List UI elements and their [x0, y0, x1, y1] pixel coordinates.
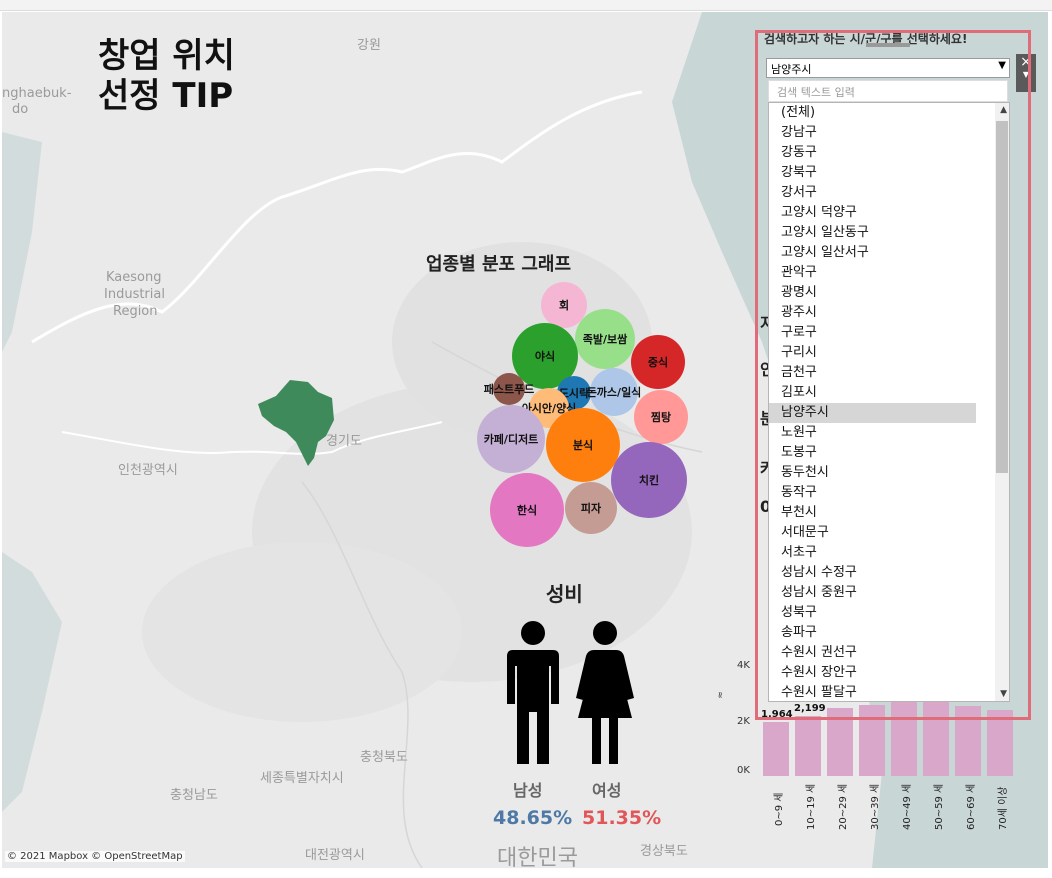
age-category-7: 70세 이상 — [998, 786, 1009, 830]
filter-highlight-box — [755, 30, 1031, 720]
dashboard-title: 창업 위치 선정 TIP — [98, 36, 235, 116]
bubble-chinese[interactable]: 중식 — [631, 335, 685, 389]
male-label: 남성 — [513, 781, 543, 800]
top-toolbar-strip — [0, 0, 1052, 11]
age-bar-0[interactable] — [763, 722, 789, 776]
male-percentage: 48.65% — [493, 807, 573, 829]
bubble-fastfood[interactable]: 패스트푸드 — [484, 373, 534, 405]
map-attribution[interactable]: © 2021 Mapbox © OpenStreetMap — [5, 851, 185, 862]
selected-region-shape[interactable] — [256, 376, 338, 470]
y-tick-0k: 0K — [737, 765, 750, 776]
female-percentage: 51.35% — [582, 807, 662, 829]
bubble-label: 야식 — [534, 350, 556, 363]
bubble-hansik[interactable]: 한식 — [490, 473, 564, 547]
title-line-1: 창업 위치 — [98, 36, 235, 76]
bubble-chicken[interactable]: 치킨 — [611, 442, 687, 518]
age-category-3: 30~39 세 — [870, 783, 881, 830]
bubble-label: 카페/디저트 — [483, 433, 539, 446]
male-icon — [507, 621, 559, 764]
age-category-4: 40~49 세 — [902, 783, 913, 830]
bubble-label: 족발/보쌈 — [582, 333, 628, 346]
map-label-kaesong-3: Region — [113, 304, 158, 319]
map-label-chungnam: 충청남도 — [170, 788, 218, 803]
map-label-hwanghaebuk-2: do — [12, 102, 29, 117]
age-bar-1[interactable] — [795, 716, 821, 776]
bubble-jjimtang[interactable]: 찜탕 — [634, 390, 688, 444]
bubble-cafe[interactable]: 카페/디저트 — [477, 405, 545, 473]
map-label-hwanghaebuk-1: nghaebuk- — [2, 86, 72, 101]
gender-ratio-title: 성비 — [546, 582, 583, 606]
age-category-1: 10~19 세 — [806, 783, 817, 830]
map-label-incheon: 인천광역시 — [118, 463, 178, 478]
y-axis-mark: ≈ — [715, 691, 726, 699]
bubble-label: 치킨 — [638, 474, 660, 487]
map-label-country: 대한민국 — [497, 846, 578, 871]
y-tick-4k: 4K — [737, 660, 750, 671]
female-icon — [576, 621, 634, 764]
bubble-label: 중식 — [647, 356, 669, 369]
bubble-label: 분식 — [572, 439, 594, 452]
map-label-gyeongbuk: 경상북도 — [640, 844, 688, 859]
map-label-chungbuk: 충청북도 — [360, 750, 408, 765]
bubble-label: 찜탕 — [650, 411, 672, 424]
age-category-5: 50~59 세 — [934, 783, 945, 830]
map-label-gangwon: 강원 — [357, 38, 381, 53]
age-category-2: 20~29 세 — [838, 783, 849, 830]
map-label-kaesong-2: Industrial — [104, 287, 165, 302]
bubble-label: 패스트푸드 — [483, 383, 535, 396]
map-label-daejeon: 대전광역시 — [305, 848, 365, 863]
map-label-kaesong-1: Kaesong — [106, 270, 162, 285]
bubble-jokbal[interactable]: 족발/보쌈 — [575, 309, 635, 369]
bubble-chart-title: 업종별 분포 그래프 — [426, 254, 572, 275]
bubble-donkatsu[interactable]: 돈까스/일식 — [587, 368, 641, 416]
bubble-bunsik[interactable]: 분식 — [546, 408, 620, 482]
bubble-pizza[interactable]: 피자 — [565, 482, 617, 534]
bubble-label: 돈까스/일식 — [586, 386, 642, 399]
map-label-sejong: 세종특별자치시 — [260, 771, 344, 786]
y-tick-2k: 2K — [737, 716, 750, 727]
bubble-label: 한식 — [516, 504, 538, 517]
bubble-label: 회 — [558, 299, 570, 312]
age-category-0: 0~9 세 — [774, 792, 785, 826]
title-line-2: 선정 TIP — [98, 76, 234, 116]
bubble-label: 피자 — [580, 502, 602, 515]
female-label: 여성 — [592, 781, 622, 800]
age-category-6: 60~69 세 — [966, 783, 977, 830]
